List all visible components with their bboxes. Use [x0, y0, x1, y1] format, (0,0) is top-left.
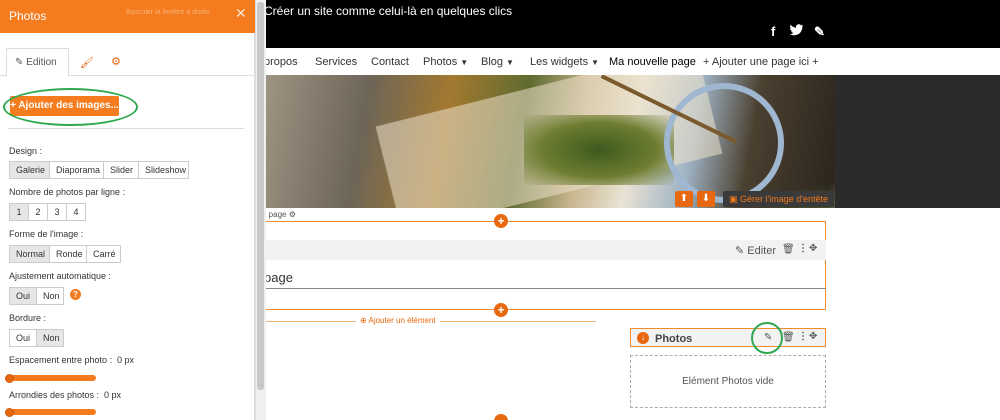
nav-photos[interactable]: Photos ▼: [423, 56, 468, 68]
auto-adjust-options: Oui Non: [9, 287, 64, 305]
trash-icon[interactable]: 🗑: [782, 332, 795, 343]
page-options[interactable]: e page ⚙: [262, 210, 296, 219]
tab-edition[interactable]: ✎ Edition: [6, 48, 69, 77]
rounding-slider[interactable]: [9, 409, 96, 415]
arrow-down-icon[interactable]: ⬇: [697, 191, 715, 207]
more-icon[interactable]: ⋮: [798, 331, 808, 342]
border-non[interactable]: Non: [36, 329, 64, 347]
photos-empty-text: Elément Photos vide: [682, 376, 774, 387]
nav-blog[interactable]: Blog ▼: [481, 56, 514, 68]
dock-right-link[interactable]: Basculer la fenêtre à droite: [126, 9, 210, 16]
image-icon: ▣: [729, 194, 741, 204]
caret-down-icon: ▼: [460, 58, 469, 67]
image-shape-options: Normal Ronde Carré: [9, 245, 121, 263]
trash-icon[interactable]: 🗑: [782, 244, 795, 255]
spacing-slider-thumb[interactable]: [5, 374, 14, 383]
nav-widgets-label: Les widgets: [530, 56, 589, 68]
page-divider: [264, 288, 826, 289]
pencil-icon[interactable]: ✎: [814, 24, 825, 40]
manage-header-label: Gérer l'image d'entête: [740, 194, 828, 204]
spacing-slider[interactable]: [9, 375, 96, 381]
auto-adjust-label: Ajustement automatique :: [9, 271, 112, 281]
photos-widget-title: Photos: [655, 333, 693, 345]
site-tagline[interactable]: Créer un site comme celui-là en quelques…: [264, 4, 512, 18]
nav-add-page[interactable]: + Ajouter une page ici +: [703, 56, 819, 68]
nav-photos-label: Photos: [423, 56, 458, 68]
tab-edition-label: Edition: [26, 57, 57, 68]
rounding-label: Arrondies des photos :: [9, 390, 100, 400]
move-icon[interactable]: ✥: [809, 243, 817, 254]
header-image: [264, 75, 835, 208]
more-icon[interactable]: ⋮: [798, 243, 808, 254]
content-zone: [264, 221, 826, 310]
design-slider[interactable]: Slider: [103, 161, 139, 179]
photos-per-row-options: 1 2 3 4: [9, 203, 86, 221]
nav-services[interactable]: Services: [315, 56, 357, 68]
panel-title: Photos: [9, 9, 47, 23]
move-icon[interactable]: ✥: [809, 331, 817, 342]
rounding-value: 0 px: [104, 390, 122, 400]
panel-scrollbar-thumb[interactable]: [257, 2, 264, 390]
gear-icon: ⚙: [288, 210, 296, 219]
per-row-2[interactable]: 2: [28, 203, 48, 221]
photos-per-row-label: Nombre de photos par ligne :: [9, 187, 126, 197]
edit-label: Editer: [747, 245, 777, 257]
twitter-bird-shape: [790, 24, 803, 36]
nav-widgets[interactable]: Les widgets ▼: [530, 56, 599, 68]
caret-down-icon: ▼: [506, 58, 514, 67]
nav-blog-label: Blog: [481, 56, 504, 68]
edit-button[interactable]: ✎ Editer: [735, 244, 776, 257]
rounding-slider-thumb[interactable]: [5, 408, 14, 417]
help-icon[interactable]: ?: [70, 289, 81, 300]
caret-down-icon: ▼: [591, 58, 600, 67]
nav-new-page[interactable]: Ma nouvelle page: [609, 56, 696, 68]
shape-carre[interactable]: Carré: [86, 245, 121, 263]
panel-divider: [8, 128, 244, 129]
add-zone-plus-icon[interactable]: +: [494, 303, 508, 317]
shape-ronde[interactable]: Ronde: [49, 245, 87, 263]
add-zone-plus-icon[interactable]: [494, 414, 508, 420]
design-options: Galerie Diaporama Slider Slideshow: [9, 161, 189, 179]
header-window-shape: [664, 83, 784, 203]
page-text[interactable]: page: [264, 270, 293, 285]
design-galerie[interactable]: Galerie: [9, 161, 50, 179]
add-zone-plus-icon[interactable]: +: [494, 214, 508, 228]
edit-icon: ✎: [735, 245, 748, 257]
auto-adjust-oui[interactable]: Oui: [9, 287, 37, 305]
auto-adjust-non[interactable]: Non: [36, 287, 64, 305]
highlight-ring-add: [3, 88, 138, 126]
per-row-1[interactable]: 1: [9, 203, 29, 221]
collapse-down-icon[interactable]: ↓: [637, 332, 649, 344]
design-label: Design :: [9, 146, 43, 156]
add-element-button[interactable]: ⊕ Ajouter un élément: [356, 316, 440, 325]
nav-contact[interactable]: Contact: [371, 56, 409, 68]
nav-apropos[interactable]: propos: [264, 56, 298, 68]
facebook-icon[interactable]: f: [771, 24, 775, 39]
manage-header-button[interactable]: ▣ Gérer l'image d'entête: [723, 191, 834, 207]
gear-icon[interactable]: ⚙: [111, 55, 121, 68]
arrow-up-icon[interactable]: ⬆: [675, 191, 693, 207]
header-trees-shape: [524, 115, 674, 185]
spacing-label: Espacement entre photo :: [9, 355, 113, 365]
add-element-label: Ajouter un élément: [368, 316, 436, 325]
design-slideshow[interactable]: Slideshow: [138, 161, 189, 179]
highlight-ring-edit: [751, 322, 783, 354]
shape-normal[interactable]: Normal: [9, 245, 50, 263]
design-diaporama[interactable]: Diaporama: [49, 161, 104, 179]
edit-icon: ✎: [15, 57, 27, 68]
header-dark-area: [835, 75, 1000, 208]
per-row-3[interactable]: 3: [47, 203, 67, 221]
twitter-icon[interactable]: [790, 24, 804, 39]
spacing-value: 0 px: [117, 355, 135, 365]
border-label: Bordure :: [9, 313, 47, 323]
image-shape-label: Forme de l'image :: [9, 229, 84, 239]
border-oui[interactable]: Oui: [9, 329, 37, 347]
border-options: Oui Non: [9, 329, 64, 347]
per-row-4[interactable]: 4: [66, 203, 86, 221]
photos-settings-panel: Photos Basculer la fenêtre à droite ✕ ✎ …: [0, 0, 255, 420]
brush-icon[interactable]: 🖌: [80, 56, 94, 69]
close-icon[interactable]: ✕: [235, 5, 247, 22]
